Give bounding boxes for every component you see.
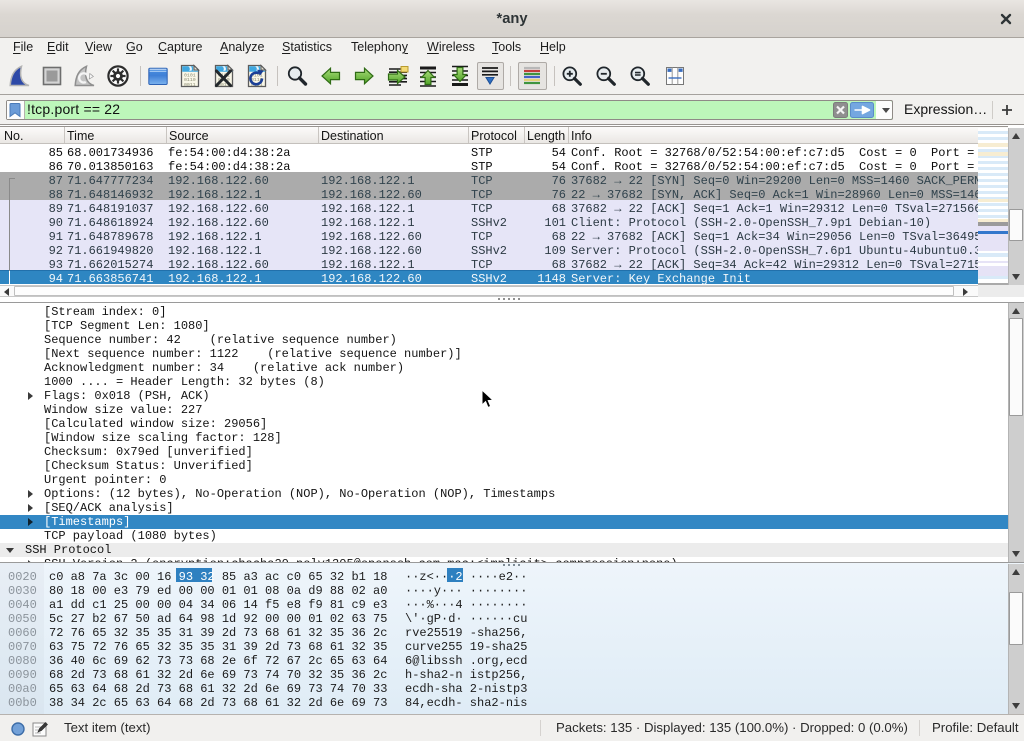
svg-text:0011: 0011: [184, 82, 196, 88]
